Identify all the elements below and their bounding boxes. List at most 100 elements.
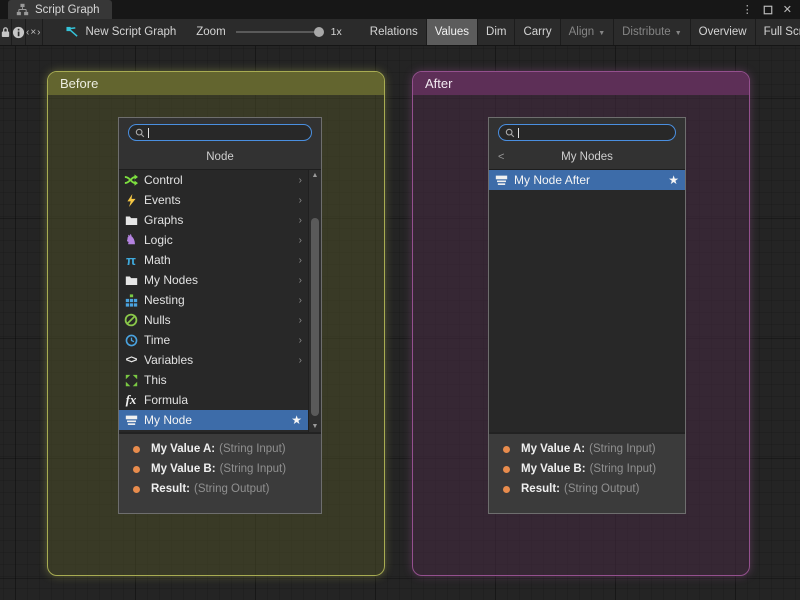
list-item[interactable]: My Node ★ (119, 410, 308, 430)
window-menu-icon[interactable]: ⋮ (742, 3, 753, 16)
port-label: My Value A: (521, 443, 585, 455)
group-before-header[interactable]: Before (48, 72, 384, 95)
favorite-star-icon[interactable]: ★ (291, 413, 305, 427)
list-item[interactable]: ♞ Logic › (119, 230, 308, 250)
list-item[interactable]: π Math › (119, 250, 308, 270)
port-type: (String Input) (589, 443, 655, 455)
port-label: My Value B: (521, 463, 586, 475)
formula-icon: fx (123, 392, 139, 408)
value-port-icon[interactable] (133, 486, 140, 493)
chevron-right-icon: › (299, 355, 305, 366)
toolbar-button-group: Relations Values Dim Carry Align ▼ Distr… (362, 19, 800, 45)
nulls-icon (123, 313, 139, 327)
lock-icon (0, 26, 11, 38)
toolbar-button-relations[interactable]: Relations (362, 19, 427, 45)
list-item[interactable]: fx Formula (119, 390, 308, 410)
toolbar-button-label: Relations (370, 26, 418, 38)
folder-icon (123, 214, 139, 227)
zoom-slider-knob[interactable] (314, 27, 324, 37)
group-after-title: After (425, 76, 452, 91)
tab-script-graph[interactable]: Script Graph (8, 0, 112, 19)
search-input[interactable] (128, 124, 312, 141)
graph-canvas[interactable]: Before After Node (0, 46, 800, 600)
chevron-right-icon: › (299, 295, 305, 306)
toolbar-button-distribute[interactable]: Distribute ▼ (614, 19, 691, 45)
port-type: (String Input) (220, 463, 286, 475)
scrollbar-thumb[interactable] (311, 218, 319, 416)
toolbar-button-overview[interactable]: Overview (691, 19, 756, 45)
list-item[interactable]: My Node After ★ (489, 170, 685, 190)
list-item[interactable]: Time › (119, 330, 308, 350)
search-icon (135, 128, 145, 138)
toolbar-button-dim[interactable]: Dim (478, 19, 515, 45)
list-item-label: Graphs (144, 213, 183, 227)
finder-before-header: Node (119, 144, 321, 169)
list-item-label: Nulls (144, 313, 171, 327)
list-item[interactable]: This (119, 370, 308, 390)
value-port-icon[interactable] (133, 446, 140, 453)
toolbar-button-align[interactable]: Align ▼ (561, 19, 615, 45)
scroll-down-icon[interactable]: ▼ (309, 423, 321, 430)
zoom-slider[interactable] (236, 31, 322, 33)
scrollbar[interactable]: ▲ ▼ (308, 170, 321, 432)
search-icon (505, 128, 515, 138)
window-maximize-icon[interactable] (763, 5, 773, 15)
control-icon (123, 173, 139, 187)
favorite-star-icon[interactable]: ★ (668, 173, 682, 187)
toolbar-button-full-scr[interactable]: Full Scr (756, 19, 800, 45)
zoom-control: Zoom 1x (196, 19, 354, 45)
toolbar-button-label: Distribute (622, 26, 671, 38)
chevron-right-icon: › (299, 255, 305, 266)
list-item[interactable]: My Nodes › (119, 270, 308, 290)
value-port-icon[interactable] (503, 486, 510, 493)
code-view-button[interactable]: ‹×› (26, 19, 43, 45)
script-graph-icon (14, 3, 30, 16)
chevron-down-icon: ▼ (675, 30, 682, 37)
text-caret (148, 128, 149, 138)
port-row: Result: (String Output) (119, 479, 321, 499)
value-port-icon[interactable] (133, 466, 140, 473)
chevron-down-icon: ▼ (598, 30, 605, 37)
list-item-label: Nesting (144, 293, 185, 307)
toolbar-button-label: Values (435, 26, 469, 38)
group-after-header[interactable]: After (413, 72, 749, 95)
toolbar-button-carry[interactable]: Carry (515, 19, 560, 45)
window-close-icon[interactable]: ✕ (783, 3, 792, 16)
list-item-label: Time (144, 333, 170, 347)
value-port-icon[interactable] (503, 446, 510, 453)
folder-icon (123, 274, 139, 287)
finder-after-node-preview: My Value A: (String Input) My Value B: (… (489, 432, 685, 513)
list-item[interactable]: Nulls › (119, 310, 308, 330)
math-icon: π (123, 253, 139, 268)
toolbar-button-values[interactable]: Values (427, 19, 478, 45)
text-caret (518, 128, 519, 138)
port-row: My Value A: (String Input) (489, 439, 685, 459)
list-item[interactable]: Nesting › (119, 290, 308, 310)
finder-after-header: < My Nodes (489, 144, 685, 169)
graph-toolbar: ‹×› New Script Graph Zoom 1x Relations V… (0, 19, 800, 46)
list-item-label: Formula (144, 393, 188, 407)
lock-button[interactable] (0, 19, 12, 45)
list-item[interactable]: <> Variables › (119, 350, 308, 370)
list-item[interactable]: Control › (119, 170, 308, 190)
fuzzy-finder-before: Node Control › Events › Graphs › ♞ Logic… (118, 117, 322, 514)
list-item[interactable]: Graphs › (119, 210, 308, 230)
list-item[interactable]: Events › (119, 190, 308, 210)
search-input[interactable] (498, 124, 676, 141)
zoom-label: Zoom (196, 26, 225, 38)
finder-before-list: Control › Events › Graphs › ♞ Logic › π … (119, 169, 321, 432)
chevron-right-icon: › (299, 315, 305, 326)
code-icon: ‹×› (26, 27, 42, 38)
scroll-up-icon[interactable]: ▲ (309, 172, 321, 179)
mynode-icon (493, 174, 509, 187)
info-button[interactable] (12, 19, 26, 45)
list-item-label: Control (144, 173, 183, 187)
time-icon (123, 334, 139, 347)
chevron-right-icon: › (299, 195, 305, 206)
list-item-label: My Node (144, 413, 192, 427)
chevron-right-icon: › (299, 215, 305, 226)
new-script-graph-button[interactable]: New Script Graph (55, 19, 187, 45)
value-port-icon[interactable] (503, 466, 510, 473)
port-label: My Value B: (151, 463, 216, 475)
back-chevron-icon[interactable]: < (498, 151, 504, 163)
